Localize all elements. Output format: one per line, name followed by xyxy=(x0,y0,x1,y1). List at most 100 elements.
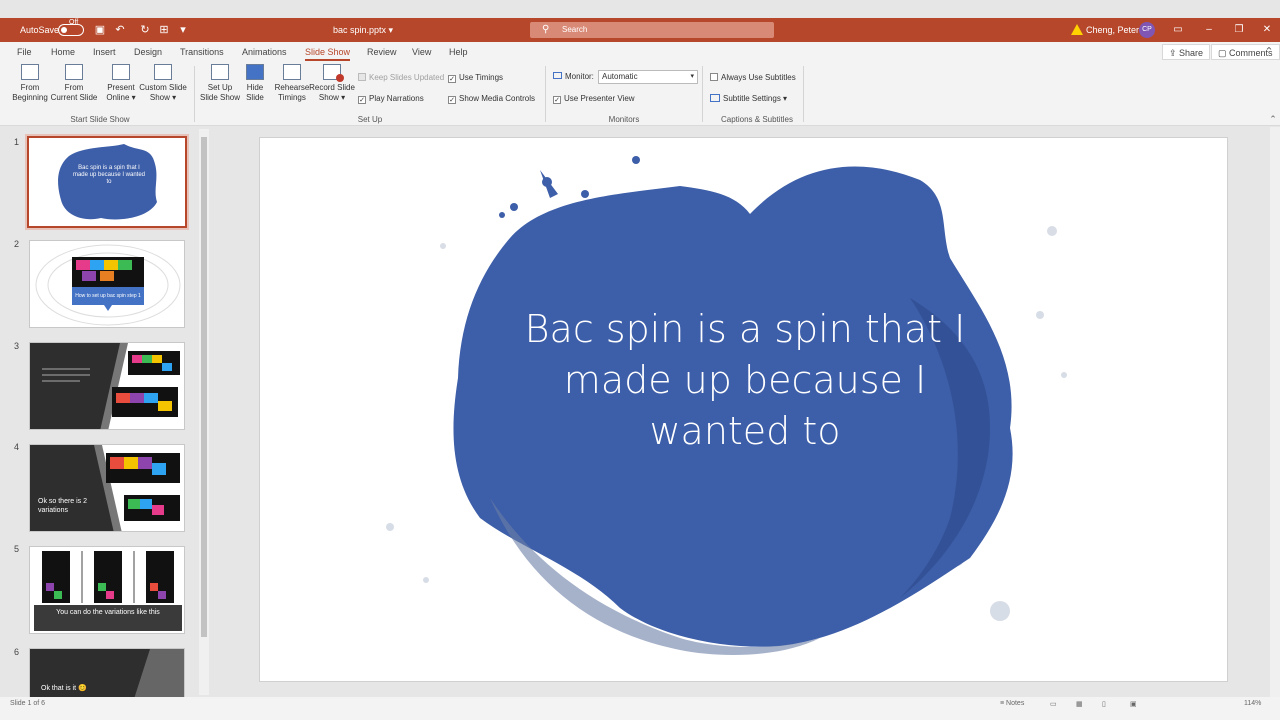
search-icon: ⚲ xyxy=(542,24,550,35)
slide-thumbnail-6[interactable]: Ok that is it 😊 xyxy=(29,648,185,698)
thumbnail-text: Ok so there is 2 variations xyxy=(38,498,88,514)
slide-sorter-icon[interactable]: ▦ xyxy=(1076,700,1083,708)
custom-slide-show-button[interactable]: Custom Slide Show ▾ xyxy=(135,64,191,103)
slide-thumbnail-2[interactable]: How to set up bac spin step 1 xyxy=(29,240,185,328)
redo-icon[interactable]: ↻ xyxy=(138,23,152,37)
save-icon[interactable]: ▣ xyxy=(93,23,107,37)
slideshow-current-icon xyxy=(65,64,83,80)
thumbnail-text: You can do the variations like this xyxy=(56,609,160,616)
tab-home[interactable]: Home xyxy=(51,42,75,62)
undo-icon[interactable]: ↶ xyxy=(113,23,127,37)
close-icon[interactable]: ✕ xyxy=(1252,18,1280,42)
thumbnail-text: Bac spin is a spin that I made up becaus… xyxy=(72,165,146,185)
monitor-label: Monitor: xyxy=(553,71,594,83)
zoom-level[interactable]: 114% xyxy=(1244,700,1261,707)
checkbox-checked: ✓ xyxy=(553,96,561,104)
show-media-controls-checkbox[interactable]: ✓ Show Media Controls xyxy=(448,93,535,105)
use-presenter-view-checkbox[interactable]: ✓ Use Presenter View xyxy=(553,93,635,105)
checkbox-checked: ✓ xyxy=(358,96,366,104)
autosave-toggle[interactable]: Off xyxy=(58,19,84,36)
chevron-down-icon: ▾ xyxy=(690,73,694,80)
group-separator xyxy=(545,66,546,122)
always-use-subtitles-checkbox[interactable]: Always Use Subtitles xyxy=(710,72,796,84)
thumbnail-text: Ok that is it 😊 xyxy=(41,685,87,692)
hide-slide-icon xyxy=(246,64,264,80)
autosave-state: Off xyxy=(69,19,79,26)
slide-number: 5 xyxy=(14,544,20,554)
minimize-icon[interactable]: – xyxy=(1194,18,1224,42)
slide-show-view-icon[interactable]: ▣ xyxy=(1130,700,1137,708)
slide-scrollbar[interactable] xyxy=(1270,127,1280,697)
thumbnail-graphic xyxy=(42,343,184,429)
present-online-icon xyxy=(112,64,130,80)
slide-thumbnail-5[interactable]: You can do the variations like this xyxy=(29,546,185,634)
tab-animations[interactable]: Animations xyxy=(242,42,287,62)
subtitle-icon xyxy=(710,94,720,102)
tab-insert[interactable]: Insert xyxy=(93,42,116,62)
group-label-captions: Captions & Subtitles xyxy=(720,115,794,124)
slide-thumbnail-1[interactable]: Bac spin is a spin that I made up becaus… xyxy=(25,134,189,230)
scrollbar-thumb[interactable] xyxy=(201,137,207,637)
tab-design[interactable]: Design xyxy=(134,42,162,62)
tab-view[interactable]: View xyxy=(412,42,431,62)
thumbnail-graphic xyxy=(35,244,181,326)
user-name[interactable]: Cheng, Peter xyxy=(1086,18,1139,42)
search-placeholder: Search xyxy=(562,25,588,34)
slide-counter: Slide 1 of 6 xyxy=(10,700,46,707)
tab-slide-show[interactable]: Slide Show xyxy=(305,42,351,62)
thumbnail-text: How to set up bac spin step 1 xyxy=(75,293,141,299)
rehearse-timings-icon xyxy=(283,64,301,80)
more-options-icon[interactable]: ⌃ xyxy=(1262,45,1276,59)
keep-slides-updated-checkbox[interactable]: Keep Slides Updated xyxy=(358,72,444,84)
toggle-knob xyxy=(61,27,67,33)
use-timings-checkbox[interactable]: ✓ Use Timings xyxy=(448,72,503,84)
group-label-setup: Set Up xyxy=(357,115,383,124)
slide-thumbnails-panel: 1 Bac spin is a spin that I made up beca… xyxy=(0,127,212,698)
monitor-select[interactable]: Automatic ▾ xyxy=(598,70,698,84)
tab-help[interactable]: Help xyxy=(449,42,468,62)
slide-thumbnail-3[interactable] xyxy=(29,342,185,430)
tab-review[interactable]: Review xyxy=(367,42,397,62)
group-separator xyxy=(702,66,703,122)
customize-qat-icon[interactable]: ▾ xyxy=(176,23,190,37)
ribbon-tabs: File Home Insert Design Transitions Anim… xyxy=(0,42,1280,62)
collapse-ribbon-icon[interactable]: ⌃ xyxy=(1266,112,1280,126)
reading-view-icon[interactable]: ▯ xyxy=(1102,700,1106,708)
ribbon-display-options-icon[interactable]: ▭ xyxy=(1163,18,1193,42)
normal-view-icon[interactable]: ▭ xyxy=(1050,700,1057,708)
status-bar: Slide 1 of 6 ≡ Notes ▭ ▦ ▯ ▣ 114% xyxy=(0,697,1280,720)
monitor-icon xyxy=(553,72,562,79)
subtitle-settings-button[interactable]: Subtitle Settings ▾ xyxy=(710,93,787,105)
checkbox-checked: ✓ xyxy=(448,75,456,83)
tab-file[interactable]: File xyxy=(17,42,32,62)
record-slide-show-button[interactable]: Record Slide Show ▾ xyxy=(304,64,360,103)
custom-show-icon xyxy=(154,64,172,80)
slide-number: 6 xyxy=(14,647,20,657)
maximize-icon[interactable]: ❐ xyxy=(1224,18,1254,42)
avatar[interactable]: CP xyxy=(1139,22,1155,38)
present-from-start-icon[interactable]: ⊞ xyxy=(157,23,171,37)
group-label-start: Start Slide Show xyxy=(70,115,130,124)
record-icon xyxy=(323,64,344,82)
warning-icon[interactable] xyxy=(1071,24,1083,35)
slide-number: 1 xyxy=(14,137,20,147)
play-narrations-checkbox[interactable]: ✓ Play Narrations xyxy=(358,93,424,105)
tab-transitions[interactable]: Transitions xyxy=(180,42,224,62)
notes-button[interactable]: ≡ Notes xyxy=(1000,700,1024,707)
share-button[interactable]: ⇪ Share xyxy=(1162,44,1211,60)
group-label-monitors: Monitors xyxy=(608,115,640,124)
checkbox-unchecked xyxy=(710,73,718,81)
slideshow-start-icon xyxy=(21,64,39,80)
thumbnail-scrollbar[interactable] xyxy=(199,129,209,695)
checkbox-box xyxy=(358,73,366,81)
slide-thumbnail-4[interactable]: Ok so there is 2 variations xyxy=(29,444,185,532)
thumbnail-graphic xyxy=(34,551,182,631)
thumbnail-graphic xyxy=(94,445,184,531)
search-box[interactable]: ⚲ Search xyxy=(530,22,774,38)
slide-number: 4 xyxy=(14,442,20,452)
slide-canvas[interactable]: Bac spin is a spin that I made up becaus… xyxy=(259,137,1228,682)
checkbox-checked: ✓ xyxy=(448,96,456,104)
slide-title[interactable]: Bac spin is a spin that I made up becaus… xyxy=(500,304,990,457)
title-bar: AutoSave Off ▣ ↶ ↻ ⊞ ▾ bac spin.pptx ▾ ⚲… xyxy=(0,18,1280,42)
document-title[interactable]: bac spin.pptx ▾ xyxy=(333,18,393,42)
